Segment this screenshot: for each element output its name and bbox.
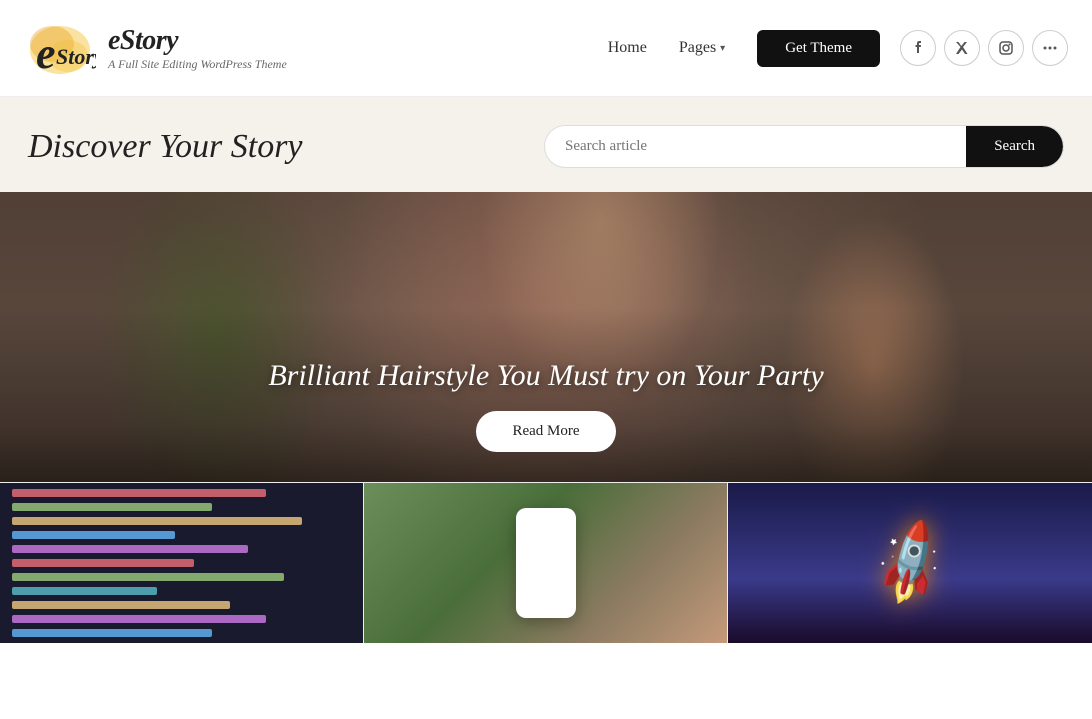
site-title: eStory <box>108 25 287 57</box>
chevron-down-icon: ▾ <box>720 43 725 54</box>
search-bar: Search <box>544 125 1064 168</box>
nav-home[interactable]: Home <box>608 39 647 57</box>
facebook-icon[interactable] <box>900 30 936 66</box>
rocket-thumbnail: 🚀 <box>728 483 1092 643</box>
nav-pages[interactable]: Pages ▾ <box>679 39 725 57</box>
article-thumb-phone <box>364 483 727 643</box>
article-card-2 <box>364 483 728 643</box>
article-card-3: 🚀 <box>728 483 1092 643</box>
hero-content: Brilliant Hairstyle You Must try on Your… <box>0 359 1092 452</box>
read-more-button[interactable]: Read More <box>476 411 615 452</box>
discover-title: Discover Your Story <box>28 128 303 166</box>
search-section: Discover Your Story Search <box>0 97 1092 192</box>
hero-banner: Brilliant Hairstyle You Must try on Your… <box>0 192 1092 482</box>
site-header: e Story eStory A Full Site Editing WordP… <box>0 0 1092 97</box>
svg-text:e: e <box>36 29 56 78</box>
instagram-icon[interactable] <box>988 30 1024 66</box>
article-grid: 🚀 <box>0 482 1092 643</box>
phone-thumbnail <box>364 483 727 643</box>
svg-text:Story: Story <box>56 44 96 69</box>
rocket-icon: 🚀 <box>860 514 960 613</box>
main-nav: Home Pages ▾ Get Theme <box>608 30 880 67</box>
article-card-1 <box>0 483 364 643</box>
hero-title: Brilliant Hairstyle You Must try on Your… <box>268 359 823 393</box>
phone-shape <box>516 508 576 618</box>
search-button[interactable]: Search <box>966 126 1063 167</box>
site-subtitle: A Full Site Editing WordPress Theme <box>108 57 287 72</box>
more-social-icon[interactable] <box>1032 30 1068 66</box>
article-thumb-rocket: 🚀 <box>728 483 1092 643</box>
search-input[interactable] <box>545 126 966 167</box>
code-thumbnail <box>0 483 363 643</box>
get-theme-button[interactable]: Get Theme <box>757 30 880 67</box>
social-icons <box>900 30 1068 66</box>
twitter-icon[interactable] <box>944 30 980 66</box>
logo-text-group: eStory A Full Site Editing WordPress The… <box>108 25 287 72</box>
logo-area: e Story eStory A Full Site Editing WordP… <box>24 12 608 84</box>
article-thumb-code <box>0 483 363 643</box>
logo-icon[interactable]: e Story <box>24 12 96 84</box>
